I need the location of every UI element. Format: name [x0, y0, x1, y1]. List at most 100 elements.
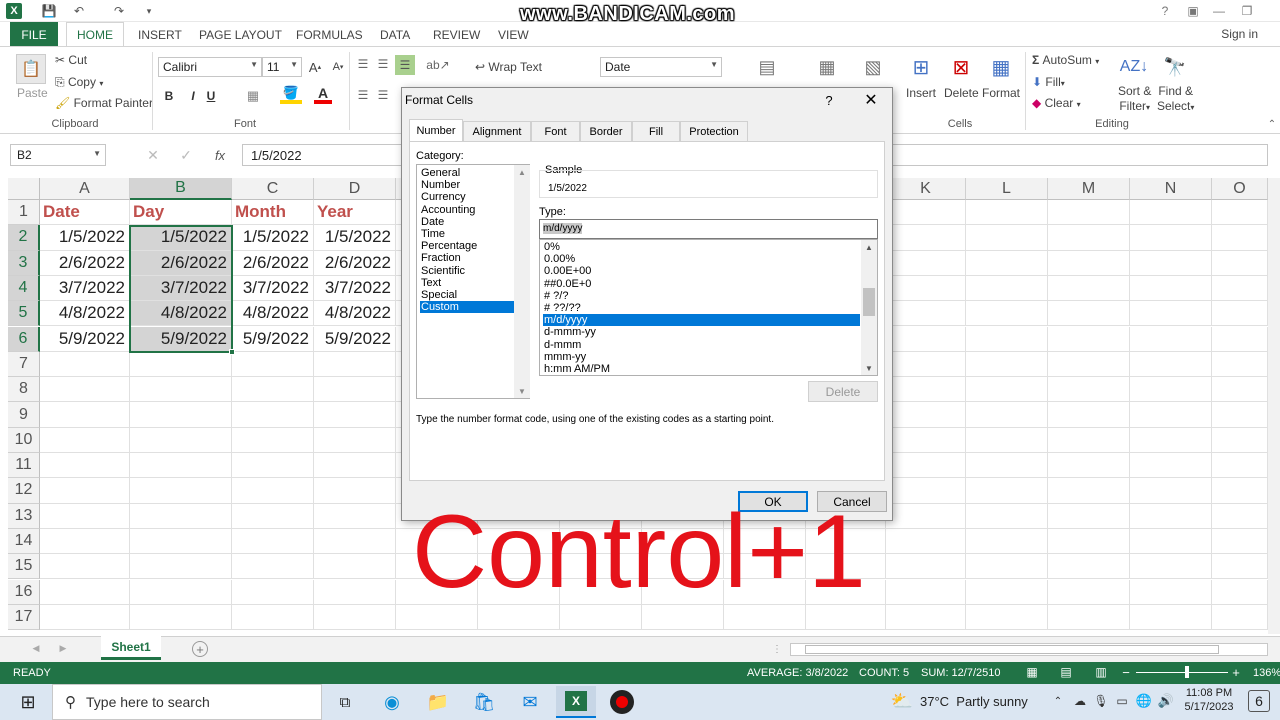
cell-l2[interactable]	[966, 225, 1048, 251]
wrap-text-button[interactable]: ↩ Wrap Text	[475, 60, 542, 74]
cell-a8[interactable]	[40, 377, 130, 403]
scroll-tabs-left-icon[interactable]: ◀	[30, 641, 42, 655]
binoculars-icon[interactable]: 🔭	[1160, 52, 1190, 82]
column-header-a[interactable]: A	[40, 178, 130, 200]
cell-k15[interactable]	[886, 554, 966, 580]
category-item-general[interactable]: General	[420, 167, 514, 179]
conditional-formatting-icon[interactable]: ▤	[752, 52, 782, 82]
cell-d4[interactable]: 3/7/2022	[314, 275, 396, 302]
type-input[interactable]: m/d/yyyy	[539, 219, 878, 239]
cell-o2[interactable]	[1212, 225, 1268, 251]
cell-m7[interactable]	[1048, 351, 1130, 378]
cell-k11[interactable]	[886, 453, 966, 479]
scroll-up-icon[interactable]: ▲	[514, 165, 530, 179]
format-code-list[interactable]: h:mm AM/PM mmm-yy d-mmm d-mmm-yy m/d/yyyy # ?…	[539, 239, 878, 376]
cell-c7[interactable]	[232, 351, 314, 378]
row-header-15[interactable]: 15	[8, 554, 40, 580]
format-code-item[interactable]: # ??/??	[543, 302, 860, 314]
cell-c11[interactable]	[232, 453, 314, 479]
zoom-slider[interactable]	[1136, 672, 1228, 673]
category-item-currency[interactable]: Currency	[420, 191, 514, 203]
fill-color-icon[interactable]: 🪣	[280, 85, 302, 104]
cell-d15[interactable]	[314, 554, 396, 580]
cell-a9[interactable]	[40, 402, 130, 428]
cell-k2[interactable]	[886, 225, 966, 251]
column-header-o[interactable]: O	[1212, 178, 1268, 200]
weather-text[interactable]: 37°C Partly sunny	[920, 694, 1028, 709]
volume-icon[interactable]: 🔊	[1158, 692, 1174, 710]
cell-c16[interactable]	[232, 579, 314, 605]
tab-home[interactable]: HOME	[66, 22, 124, 47]
cell-d3[interactable]: 2/6/2022	[314, 250, 396, 276]
cell-c13[interactable]	[232, 503, 314, 529]
taskbar-excel[interactable]: X	[556, 686, 596, 718]
cell-l17[interactable]	[966, 604, 1048, 631]
format-code-item[interactable]: m/d/yyyy	[543, 314, 860, 327]
format-code-item[interactable]: d-mmm-yy	[543, 326, 860, 338]
format-button[interactable]: Format	[982, 86, 1020, 100]
cell-k13[interactable]	[886, 503, 966, 529]
column-header-b[interactable]: B	[130, 178, 232, 200]
file-explorer-icon[interactable]: 📁	[426, 690, 450, 714]
bold-button[interactable]: B	[162, 88, 176, 104]
cell-b10[interactable]	[130, 427, 232, 453]
notifications-icon[interactable]: 6	[1248, 690, 1270, 712]
taskbar-search-box[interactable]: ⚲ Type here to search	[52, 684, 322, 720]
row-header-10[interactable]: 10	[8, 427, 40, 453]
cell-o17[interactable]	[1212, 604, 1268, 631]
cell-o7[interactable]	[1212, 351, 1268, 378]
cell-l12[interactable]	[966, 478, 1048, 504]
cell-a10[interactable]	[40, 427, 130, 453]
bandicam-record-icon[interactable]	[610, 690, 634, 714]
category-item-fraction[interactable]: Fraction	[420, 252, 514, 264]
column-header-m[interactable]: M	[1048, 178, 1130, 200]
cell-n16[interactable]	[1130, 579, 1212, 605]
cell-a5[interactable]: 4/8/2022	[40, 301, 130, 327]
cut-button[interactable]: ✂ Cut	[55, 53, 87, 67]
select-all-corner[interactable]	[8, 178, 40, 200]
number-format-dropdown[interactable]: Date ▼	[600, 57, 722, 77]
tab-formulas[interactable]: FORMULAS	[286, 22, 373, 47]
category-scrollbar[interactable]: ▲ ▼	[514, 165, 530, 398]
windows-start-icon[interactable]: ⊞	[18, 692, 38, 712]
cell-m12[interactable]	[1048, 478, 1130, 504]
cell-o6[interactable]	[1212, 326, 1268, 352]
cell-m11[interactable]	[1048, 453, 1130, 479]
cell-m13[interactable]	[1048, 503, 1130, 529]
cell-n13[interactable]	[1130, 503, 1212, 529]
dialog-tab-alignment[interactable]: Alignment	[463, 121, 531, 141]
cell-o1[interactable]	[1212, 200, 1268, 226]
cell-d17[interactable]	[314, 604, 396, 631]
cell-b3[interactable]: 2/6/2022	[130, 250, 232, 276]
cell-c17[interactable]	[232, 604, 314, 631]
cell-l15[interactable]	[966, 554, 1048, 580]
cell-b11[interactable]	[130, 453, 232, 479]
format-as-table-icon[interactable]: ▦	[812, 52, 842, 82]
clear-button[interactable]: ◆ Clear ▾	[1032, 96, 1081, 110]
cell-o10[interactable]	[1212, 427, 1268, 453]
cell-l13[interactable]	[966, 503, 1048, 529]
vertical-scrollbar[interactable]	[1268, 178, 1280, 634]
cell-m5[interactable]	[1048, 301, 1130, 327]
cell-n8[interactable]	[1130, 377, 1212, 403]
cell-c3[interactable]: 2/6/2022	[232, 250, 314, 276]
scroll-tabs-right-icon[interactable]: ▶	[57, 641, 69, 655]
cell-a6[interactable]: 5/9/2022	[40, 326, 130, 352]
category-item-custom[interactable]: Custom	[420, 301, 514, 314]
delete-cells-icon[interactable]: ⊠	[946, 52, 976, 82]
row-header-4[interactable]: 4	[8, 275, 40, 302]
cell-o9[interactable]	[1212, 402, 1268, 428]
cell-k8[interactable]	[886, 377, 966, 403]
tab-data[interactable]: DATA	[370, 22, 420, 47]
battery-icon[interactable]: ▭	[1114, 692, 1130, 710]
cell-b7[interactable]	[130, 351, 232, 378]
cell-o8[interactable]	[1212, 377, 1268, 403]
cell-c5[interactable]: 4/8/2022	[232, 301, 314, 327]
cell-a16[interactable]	[40, 579, 130, 605]
format-code-item[interactable]: ##0.0E+0	[543, 278, 860, 290]
cell-n6[interactable]	[1130, 326, 1212, 352]
cell-d2[interactable]: 1/5/2022	[314, 225, 396, 251]
cell-m6[interactable]	[1048, 326, 1130, 352]
close-icon[interactable]: ✕	[862, 92, 880, 109]
cell-k10[interactable]	[886, 427, 966, 453]
